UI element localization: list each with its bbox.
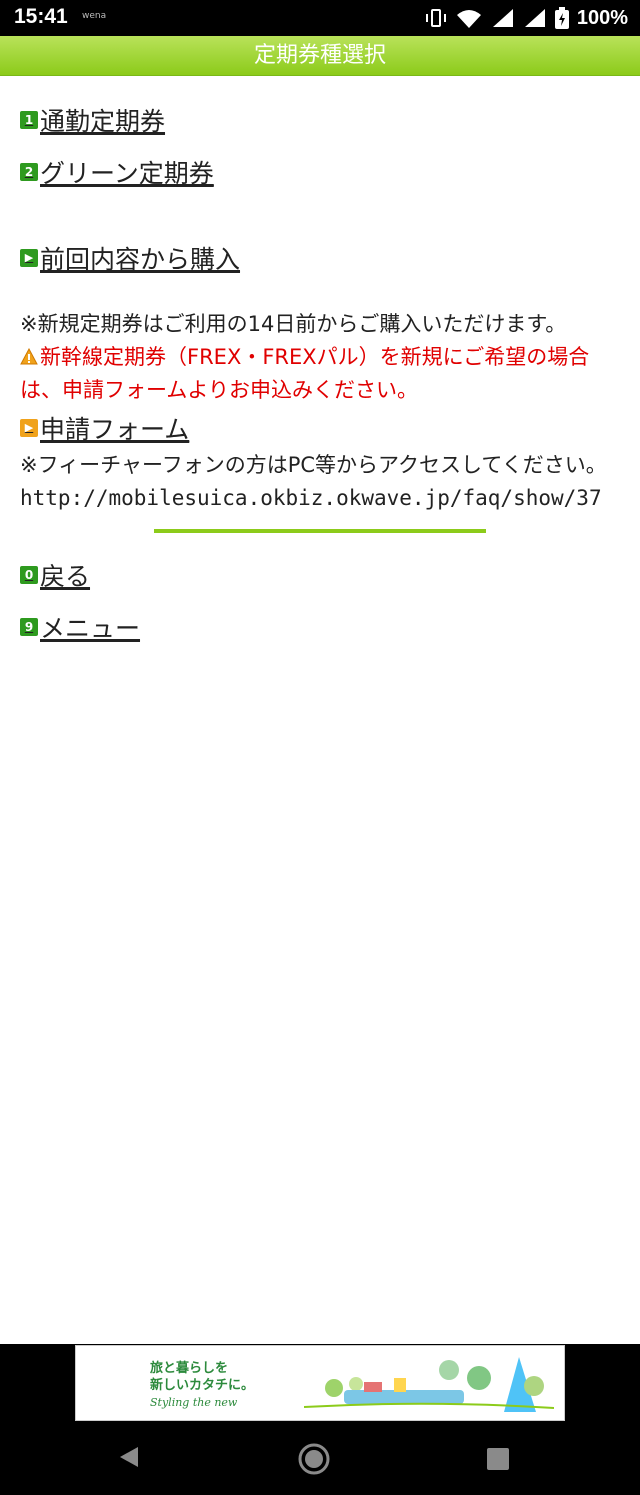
shinkansen-warning: 新幹線定期券（FREX・FREXパル）を新規にご希望の場合は、申請フォームよりお…	[20, 341, 620, 407]
faq-url: http://mobilesuica.okbiz.okwave.jp/faq/s…	[20, 486, 602, 510]
status-icons: 100%	[425, 5, 628, 31]
application-form-link[interactable]: ▶ 申請フォーム	[20, 407, 620, 449]
title-bar: 定期券種選択	[0, 36, 640, 76]
battery-percent: 100%	[576, 6, 628, 29]
recent-apps-icon[interactable]	[486, 1447, 510, 1471]
divider	[154, 529, 486, 533]
back-link[interactable]: 0 戻る	[20, 551, 620, 599]
page-title: 定期券種選択	[253, 43, 386, 68]
warning-text: 新幹線定期券（FREX・FREXパル）を新規にご希望の場合は、申請フォームよりお…	[20, 345, 590, 402]
main-content: 1 通勤定期券 2 グリーン定期券 ▶ 前回内容から購入 ※新規定期券はご利用の…	[20, 96, 620, 651]
banner-line1: 旅と暮らしを	[150, 1361, 229, 1376]
form-link-label: 申請フォーム	[40, 415, 190, 444]
warning-icon	[20, 348, 38, 365]
signal-icon	[492, 9, 513, 27]
home-nav-icon[interactable]	[297, 1442, 331, 1476]
battery-icon	[554, 7, 569, 29]
menu-item-label: グリーン定期券	[40, 159, 214, 188]
banner-subtitle: Styling the new	[150, 1396, 238, 1409]
menu-label: メニュー	[40, 614, 141, 643]
menu-item-previous-purchase[interactable]: ▶ 前回内容から購入	[20, 234, 620, 282]
arrow-right-icon: ▶	[20, 249, 38, 267]
back-label: 戻る	[40, 562, 91, 591]
status-bar: 15:41 wena 100%	[0, 0, 640, 36]
banner-line2: 新しいカタチに。	[150, 1378, 255, 1393]
menu-link[interactable]: 9 メニュー	[20, 603, 620, 651]
number-0-icon: 0	[20, 566, 38, 584]
wifi-icon	[456, 10, 481, 28]
menu-item-label: 前回内容から購入	[40, 245, 241, 274]
system-nav-bar	[0, 1425, 640, 1495]
signal-icon	[524, 9, 545, 27]
number-1-icon: 1	[20, 111, 38, 129]
status-tag: wena	[82, 11, 107, 21]
status-time: 15:41	[14, 5, 68, 28]
banner-headline: 旅と暮らしを 新しいカタチに。	[150, 1360, 254, 1394]
arrow-right-icon: ▶	[20, 419, 38, 437]
menu-item-label: 通勤定期券	[40, 107, 166, 136]
number-9-icon: 9	[20, 618, 38, 636]
feature-phone-notice: ※フィーチャーフォンの方はPC等からアクセスしてください。	[20, 453, 607, 477]
menu-item-commuter-pass[interactable]: 1 通勤定期券	[20, 96, 620, 144]
banner-illustration	[304, 1352, 554, 1416]
purchase-notice: ※新規定期券はご利用の14日前からご購入いただけます。	[20, 312, 567, 336]
vibrate-icon	[425, 9, 446, 27]
back-nav-icon[interactable]	[118, 1445, 140, 1469]
ad-banner[interactable]: 旅と暮らしを 新しいカタチに。 Styling the new	[75, 1345, 565, 1421]
menu-item-green-pass[interactable]: 2 グリーン定期券	[20, 148, 620, 196]
number-2-icon: 2	[20, 163, 38, 181]
banner-area: 旅と暮らしを 新しいカタチに。 Styling the new	[0, 1344, 640, 1425]
